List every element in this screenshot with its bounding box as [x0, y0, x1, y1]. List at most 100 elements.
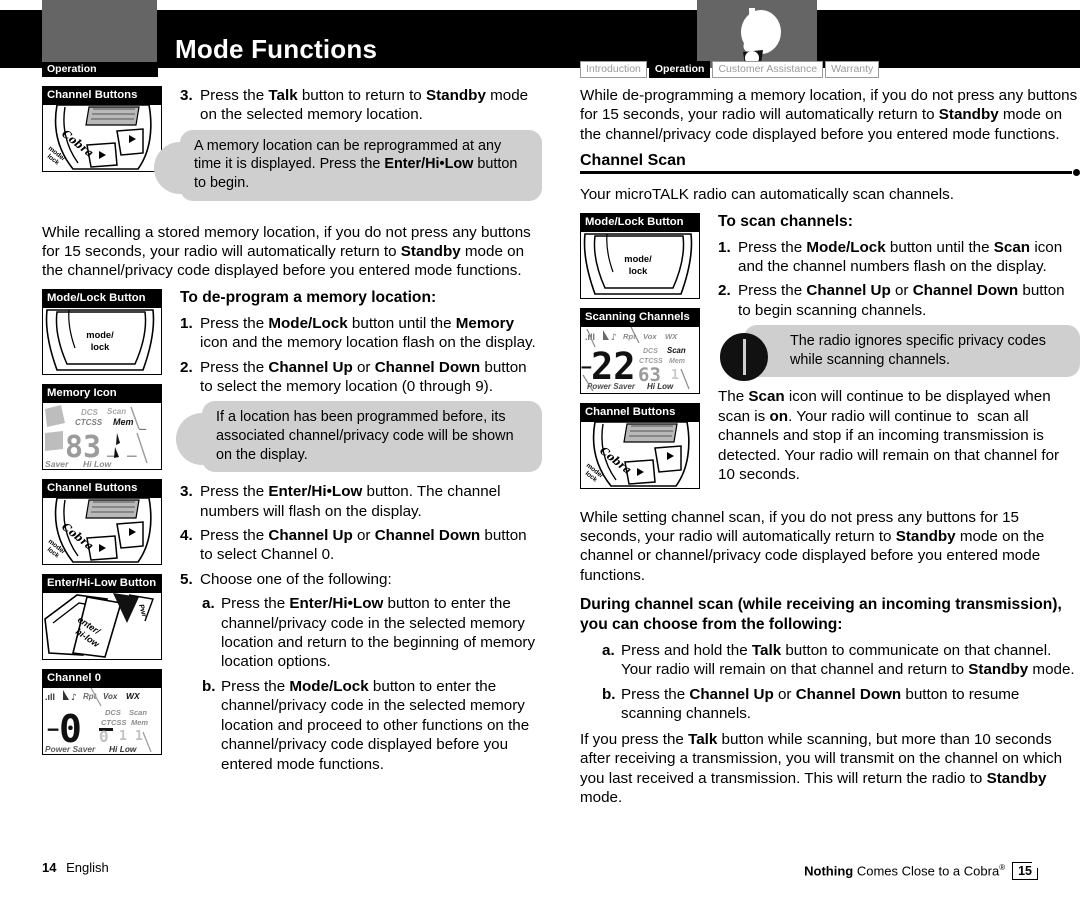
svg-text:Scan: Scan	[129, 708, 147, 717]
substep-letter: a.	[202, 595, 215, 613]
step-text: Press the Mode/Lock button until the Sca…	[738, 238, 1063, 276]
step3-text-column: 3. Press the Talk button to return to St…	[154, 86, 542, 211]
step-number: 2.	[180, 358, 193, 376]
svg-text:_: _	[127, 438, 137, 457]
figure-channel-buttons-2: Channel Buttons Cobra mode/ lock	[42, 478, 162, 565]
header-gray-block-left	[42, 0, 157, 68]
tab-customer-assistance[interactable]: Customer Assistance	[712, 61, 824, 78]
step-text: Choose one of the following:	[200, 570, 392, 588]
svg-text:_: _	[139, 416, 147, 431]
footer-page-number-left: 14	[42, 860, 57, 875]
nav-tabs: Introduction Operation Customer Assistan…	[580, 61, 880, 78]
left-step-2: 2. Press the Channel Up or Channel Down …	[180, 358, 542, 397]
heading-during-channel-scan: During channel scan (while receiving an …	[580, 596, 1062, 633]
figure-channel-0: Channel 0 .ıll ♪ Rpt Vox WX DCS Scan CTC…	[42, 668, 162, 755]
callout-bubble: If a location has been programmed before…	[202, 401, 542, 473]
figure-caption: Channel Buttons	[43, 87, 161, 104]
svg-text:mode/: mode/	[86, 330, 114, 340]
mode-lock-key-art-right: mode/ lock	[581, 230, 699, 298]
svg-text:Mem: Mem	[669, 358, 685, 365]
tab-operation[interactable]: Operation	[648, 61, 711, 78]
deprogram-text-column: To de-program a memory location: 1. Pres…	[164, 289, 542, 779]
svg-text:CTCSS: CTCSS	[101, 718, 126, 727]
svg-text:lock: lock	[629, 266, 648, 276]
svg-text:Power Saver: Power Saver	[45, 744, 96, 754]
right-step-2: 2. Press the Channel Up or Channel Down …	[718, 281, 1080, 320]
step-text: Press the Channel Up or Channel Down but…	[200, 358, 527, 396]
step-text: Press the Channel Up or Channel Down but…	[738, 282, 1065, 319]
svg-text:Power Saver: Power Saver	[587, 382, 636, 391]
step-text: Press the Channel Up or Channel Down but…	[200, 527, 527, 564]
svg-text:Mem: Mem	[113, 417, 134, 427]
callout-bubble: The radio ignores specific privacy codes…	[744, 325, 1080, 378]
step-number: 1.	[718, 238, 731, 256]
substep-text: Press the Mode/Lock button to enter the …	[221, 677, 530, 773]
tab-introduction[interactable]: Introduction	[580, 61, 647, 78]
callout-text: If a location has been programmed before…	[216, 409, 514, 463]
svg-text:1: 1	[119, 729, 127, 744]
svg-text:1: 1	[671, 368, 679, 383]
step-number: 4.	[180, 527, 193, 545]
memory-icon-lcd-art: DCS Scan CTCSS Mem 83 _ _ _ Saver Hi Low	[43, 401, 161, 469]
page-header: Mode Functions Operation Introduction Op…	[0, 0, 1080, 78]
figure-caption: Mode/Lock Button	[581, 213, 699, 231]
step-number: 5.	[180, 570, 193, 588]
section-tab-left[interactable]: Operation	[42, 62, 158, 77]
radio-channel-buttons-photo-right: Cobra mode/ lock	[581, 420, 699, 488]
figure-enter-hilow-button: Enter/Hi-Low Button enter/ hi-low Pwr	[42, 573, 162, 660]
heading-to-scan-channels: To scan channels:	[718, 212, 853, 230]
footer-tagline-rest: Comes Close to a Cobra	[853, 863, 1000, 879]
section-heading-channel-scan: Channel Scan	[580, 152, 686, 170]
left-step-1: 1. Press the Mode/Lock button until the …	[180, 314, 542, 353]
right-paragraph-deprogramming: While de-programming a memory location, …	[580, 87, 1078, 143]
right-intro-text: Your microTALK radio can automatically s…	[580, 186, 954, 204]
svg-text:.ıll: .ıll	[45, 692, 55, 702]
section-tab-left-label: Operation	[47, 63, 97, 75]
left-substep-a: a. Press the Enter/Hi•Low button to ente…	[180, 594, 542, 672]
figure-mode-lock-button-left: Mode/Lock Button mode/ lock	[42, 288, 162, 375]
svg-text:DCS: DCS	[81, 408, 99, 417]
footer-left: 14 English	[42, 858, 109, 878]
left-step-3b: 3. Press the Enter/Hi•Low button. The ch…	[180, 482, 542, 521]
deprogram-row: Mode/Lock Button mode/ lock Memory Icon	[42, 288, 542, 779]
callout-programmed-before: If a location has been programmed before…	[176, 401, 542, 473]
page-title: Mode Functions	[175, 34, 378, 64]
callout-bubble: A memory location can be reprogrammed at…	[180, 129, 542, 201]
figure-mode-lock-button-right: Mode/Lock Button mode/ lock	[580, 212, 700, 299]
page-footer: 14 English Nothing Comes Close to a Cobr…	[0, 858, 1080, 884]
svg-text:CTCSS: CTCSS	[75, 418, 103, 427]
svg-text:DCS: DCS	[105, 708, 121, 717]
right-paragraph-scan-on: The Scan icon will continue to be displa…	[718, 388, 1060, 484]
svg-text:WX: WX	[665, 332, 678, 341]
section-rule-line	[580, 171, 1072, 174]
svg-text:Mem: Mem	[131, 718, 148, 727]
right-step-1: 1. Press the Mode/Lock button until the …	[718, 238, 1080, 277]
step-text: Press the Enter/Hi•Low button. The chann…	[200, 483, 501, 520]
right-page-column: While de-programming a memory location, …	[580, 86, 1080, 815]
svg-text:Hi Low: Hi Low	[109, 744, 137, 754]
figure-column-2: Mode/Lock Button mode/ lock Memory Icon	[42, 288, 164, 764]
section-rule-dot	[1073, 169, 1080, 177]
figure-column-1: Channel Buttons Cobra mode/ lock	[42, 86, 164, 181]
radio-channel-buttons-photo-2: Cobra mode/ lock	[43, 496, 161, 564]
figure-memory-icon: Memory Icon DCS Scan CTCSS Mem 83 _ _ _	[42, 383, 162, 470]
left-paragraph-recall: While recalling a stored memory location…	[42, 223, 531, 280]
tab-warranty[interactable]: Warranty	[825, 61, 880, 78]
svg-text:Vox: Vox	[103, 692, 118, 701]
substep-letter: b.	[602, 685, 616, 703]
substep-text: Press the Channel Up or Channel Down but…	[621, 685, 1020, 723]
footer-page-number-right: 15	[1012, 862, 1038, 881]
svg-text:−: −	[47, 717, 59, 741]
heading-deprogram: To de-program a memory location:	[180, 288, 437, 306]
callout-reprogram: A memory location can be reprogrammed at…	[154, 129, 542, 201]
svg-text:Scan: Scan	[107, 407, 126, 416]
svg-text:1: 1	[135, 729, 143, 744]
step-number: 3.	[180, 483, 193, 501]
mode-lock-key-art: mode/ lock	[43, 306, 161, 374]
footer-right: Nothing Comes Close to a Cobra® 15	[804, 858, 1038, 881]
scan-text-column: To scan channels: 1. Press the Mode/Lock…	[702, 213, 1080, 493]
scan-steps-row: Mode/Lock Button mode/ lock Scanning Cha…	[580, 212, 1080, 498]
svg-text:Saver: Saver	[45, 459, 69, 469]
substep-letter: a.	[602, 642, 615, 660]
right-paragraph-talk-while-scanning: If you press the Talk button while scann…	[580, 730, 1063, 806]
